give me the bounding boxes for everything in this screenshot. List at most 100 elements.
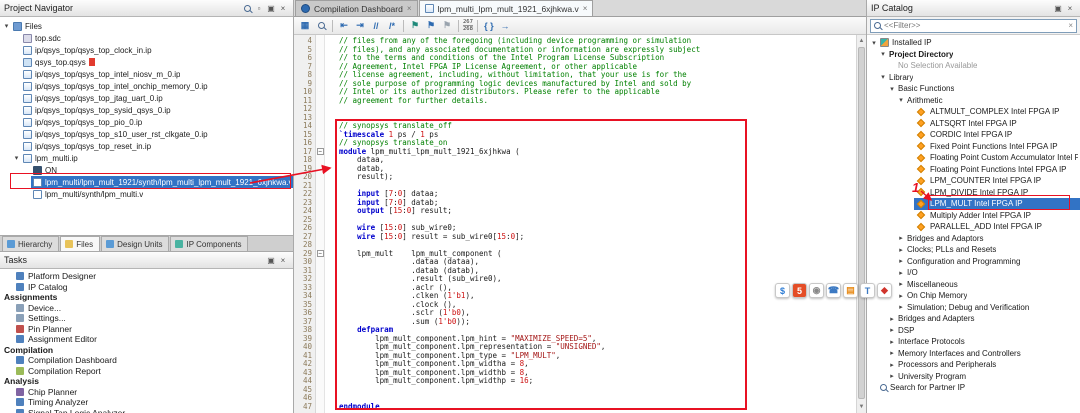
dock-panel-icon[interactable]: ▣ xyxy=(265,2,277,14)
expand-arrow-icon[interactable]: ▾ xyxy=(879,73,887,81)
code-line[interactable]: wire [15:0] result = sub_wire0[15:0]; xyxy=(339,233,856,242)
ip-tree-item-configuration-and-programming[interactable]: ▸Configuration and Programming xyxy=(867,256,1080,268)
ip-tree-item-floating-point-custom-accumulator-intel-fpga-ip[interactable]: Floating Point Custom Accumulator Intel … xyxy=(867,152,1080,164)
editor-tab-lpm-multi-lpm-mult-1921-6xjhkwa-v[interactable]: lpm_multi_lpm_mult_1921_6xjhkwa.v× xyxy=(419,0,594,16)
dock-panel-icon[interactable]: ▣ xyxy=(1052,2,1064,14)
task-item-chip-planner[interactable]: Chip Planner xyxy=(0,387,293,398)
expand-arrow-icon[interactable]: ▸ xyxy=(897,303,905,311)
code-line[interactable] xyxy=(339,394,856,403)
ip-tree-item-parallel-add-intel-fpga-ip[interactable]: PARALLEL_ADD Intel FPGA IP xyxy=(867,221,1080,233)
scrollbar-thumb[interactable] xyxy=(858,47,865,399)
task-item-timing-analyzer[interactable]: Timing Analyzer xyxy=(0,397,293,408)
expand-arrow-icon[interactable]: ▾ xyxy=(870,39,878,47)
task-item-signal-tap-logic-analyzer[interactable]: Signal Tap Logic Analyzer xyxy=(0,408,293,413)
expand-arrow-icon[interactable]: ▾ xyxy=(888,85,896,93)
ip-tree-item-lpm-counter-intel-fpga-ip[interactable]: LPM_COUNTER Intel FPGA IP xyxy=(867,175,1080,187)
ip-tree-item-university-program[interactable]: ▸University Program xyxy=(867,371,1080,383)
task-item-assignment-editor[interactable]: Assignment Editor xyxy=(0,334,293,345)
expand-arrow-icon[interactable]: ▸ xyxy=(888,326,896,334)
ip-tree-item-memory-interfaces-and-controllers[interactable]: ▸Memory Interfaces and Controllers xyxy=(867,348,1080,360)
code-line[interactable] xyxy=(339,105,856,114)
code-text-area[interactable]: // files from any of the foregoing (incl… xyxy=(325,35,856,413)
panel-tool-icon[interactable]: ▤ xyxy=(843,283,858,298)
ip-filter-box[interactable]: × xyxy=(870,19,1077,33)
bookmark-next-icon[interactable]: ⚑ xyxy=(424,19,438,33)
file-tree-item[interactable]: ip/qsys_top/qsys_top_pio_0.ip xyxy=(0,116,293,128)
close-panel-icon[interactable]: × xyxy=(277,2,289,14)
code-line[interactable]: lpm_mult_component.lpm_widthp = 16; xyxy=(339,377,856,386)
task-item-settings[interactable]: Settings... xyxy=(0,313,293,324)
file-tree-item[interactable]: ip/qsys_top/qsys_top_clock_in.ip xyxy=(0,44,293,56)
ip-tree-item-on-chip-memory[interactable]: ▸On Chip Memory xyxy=(867,290,1080,302)
code-line[interactable]: datab, xyxy=(339,165,856,174)
ip-tree-item-fixed-point-functions-intel-fpga-ip[interactable]: Fixed Point Functions Intel FPGA IP xyxy=(867,141,1080,153)
code-line[interactable]: output [15:0] result; xyxy=(339,207,856,216)
scroll-down-icon[interactable]: ▼ xyxy=(857,402,866,412)
file-tree-item[interactable]: ip/qsys_top/qsys_top_s10_user_rst_clkgat… xyxy=(0,128,293,140)
ip-tree-item-clocks-plls-and-resets[interactable]: ▸Clocks; PLLs and Resets xyxy=(867,244,1080,256)
ip-tree-item-i-o[interactable]: ▸I/O xyxy=(867,267,1080,279)
ip-tree-item-basic-functions[interactable]: ▾Basic Functions xyxy=(867,83,1080,95)
mouse-tool-icon[interactable]: ◉ xyxy=(809,283,824,298)
file-tree-item[interactable]: ip/qsys_top/qsys_top_intel_niosv_m_0.ip xyxy=(0,68,293,80)
ip-tree-item-no-selection-available[interactable]: No Selection Available xyxy=(867,60,1080,72)
save-icon[interactable]: ▦ xyxy=(298,19,312,33)
code-line[interactable]: // agreement for further details. xyxy=(339,97,856,106)
navigator-tab-ip-components[interactable]: IP Components xyxy=(170,236,248,251)
find-icon[interactable] xyxy=(314,19,328,33)
expand-arrow-icon[interactable]: ▾ xyxy=(897,96,905,104)
file-tree-item[interactable]: ON xyxy=(0,164,293,176)
files-root-node[interactable]: ▾Files xyxy=(0,20,293,32)
task-item-pin-planner[interactable]: Pin Planner xyxy=(0,324,293,335)
expand-arrow-icon[interactable]: ▸ xyxy=(888,338,896,346)
close-panel-icon[interactable]: × xyxy=(1064,2,1076,14)
expand-arrow-icon[interactable]: ▸ xyxy=(897,292,905,300)
navigator-tab-files[interactable]: Files xyxy=(60,236,100,251)
task-item-compilation-report[interactable]: Compilation Report xyxy=(0,366,293,377)
bookmark-clear-icon[interactable]: ⚑ xyxy=(440,19,454,33)
task-item-compilation-dashboard[interactable]: Compilation Dashboard xyxy=(0,355,293,366)
expand-arrow-icon[interactable]: ▸ xyxy=(888,372,896,380)
pin-tool-icon[interactable]: ◆ xyxy=(877,283,892,298)
file-tree-item[interactable]: lpm_multi/synth/lpm_multi.v xyxy=(0,188,293,200)
ip-tree-item-miscellaneous[interactable]: ▸Miscellaneous xyxy=(867,279,1080,291)
collapse-icon[interactable]: − xyxy=(317,250,324,257)
dock-panel-icon[interactable]: ▣ xyxy=(265,254,277,266)
ip-tree-item-interface-protocols[interactable]: ▸Interface Protocols xyxy=(867,336,1080,348)
selected-verilog-file[interactable]: lpm_multi/lpm_mult_1921/synth/lpm_multi_… xyxy=(0,176,293,188)
file-tree-item[interactable]: ip/qsys_top/qsys_top_jtag_uart_0.ip xyxy=(0,92,293,104)
expand-arrow-icon[interactable]: ▾ xyxy=(879,50,887,58)
expand-arrow-icon[interactable]: ▸ xyxy=(888,315,896,323)
search-icon[interactable] xyxy=(241,2,253,14)
uncomment-icon[interactable]: /* xyxy=(385,19,399,33)
code-line[interactable]: module lpm_multi_lpm_mult_1921_6xjhkwa ( xyxy=(339,148,856,157)
brace-match-icon[interactable]: { } xyxy=(482,19,496,33)
file-tree-item[interactable]: qsys_top.qsys xyxy=(0,56,293,68)
expand-arrow-icon[interactable]: ▸ xyxy=(897,246,905,254)
close-tab-icon[interactable]: × xyxy=(583,4,588,13)
float-panel-icon[interactable]: ▫ xyxy=(253,2,265,14)
html5-tool-icon[interactable]: 5 xyxy=(792,283,807,298)
ip-tree-item-installed-ip[interactable]: ▾Installed IP xyxy=(867,37,1080,49)
scroll-up-icon[interactable]: ▲ xyxy=(857,36,866,46)
expand-arrow-icon[interactable]: ▾ xyxy=(12,154,21,162)
ip-tree-item-project-directory[interactable]: ▾Project Directory xyxy=(867,49,1080,61)
ip-tree-item-bridges-and-adaptors[interactable]: ▸Bridges and Adaptors xyxy=(867,233,1080,245)
clear-filter-icon[interactable]: × xyxy=(1068,21,1073,30)
ip-tree-item-dsp[interactable]: ▸DSP xyxy=(867,325,1080,337)
navigator-tab-design-units[interactable]: Design Units xyxy=(101,236,169,251)
task-item-device[interactable]: Device... xyxy=(0,303,293,314)
editor-tab-compilation-dashboard[interactable]: Compilation Dashboard× xyxy=(295,0,418,16)
ip-tree-item-altmult-complex-intel-fpga-ip[interactable]: ALTMULT_COMPLEX Intel FPGA IP xyxy=(867,106,1080,118)
close-tab-icon[interactable]: × xyxy=(407,4,412,13)
code-line[interactable]: .sum (1'b0)); xyxy=(339,318,856,327)
task-item-ip-catalog[interactable]: IP Catalog xyxy=(0,282,293,293)
lpm-multi-group-node[interactable]: ▾lpm_multi.ip xyxy=(0,152,293,164)
expand-arrow-icon[interactable]: ▸ xyxy=(897,280,905,288)
ip-tree-item-cordic-intel-fpga-ip[interactable]: CORDIC Intel FPGA IP xyxy=(867,129,1080,141)
file-tree-item[interactable]: ip/qsys_top/qsys_top_intel_onchip_memory… xyxy=(0,80,293,92)
ip-tree-item-bridges-and-adapters[interactable]: ▸Bridges and Adapters xyxy=(867,313,1080,325)
ip-filter-input[interactable] xyxy=(884,21,1065,30)
dollar-tool-icon[interactable]: $ xyxy=(775,283,790,298)
navigator-tab-hierarchy[interactable]: Hierarchy xyxy=(2,236,59,251)
